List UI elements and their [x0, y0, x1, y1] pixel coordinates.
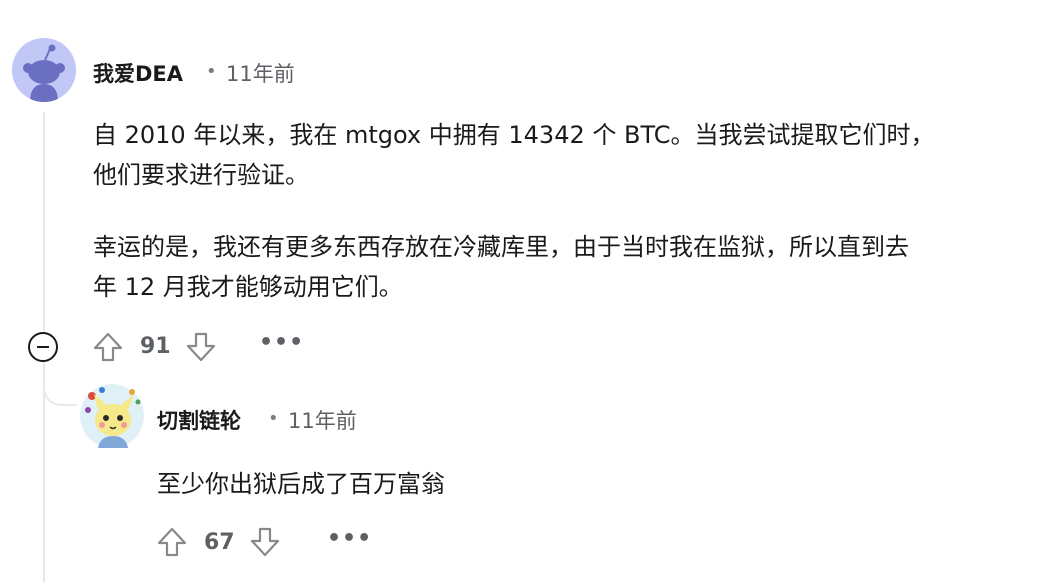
reply-author[interactable]: 切割链轮: [157, 405, 241, 435]
more-options-button[interactable]: •••: [259, 330, 304, 355]
comment-author[interactable]: 我爱DEA: [93, 58, 183, 88]
comment-timestamp[interactable]: 11年前: [226, 58, 295, 88]
reply-avatar[interactable]: [80, 384, 144, 448]
comment-body-line-1: 自 2010 年以来，我在 mtgox 中拥有 14342 个 BTC。当我尝试…: [93, 121, 935, 149]
downvote-icon[interactable]: [185, 331, 217, 363]
more-options-button[interactable]: •••: [327, 526, 372, 551]
reply-timestamp[interactable]: 11年前: [288, 405, 357, 435]
meta-separator: •: [268, 408, 279, 429]
vote-count: 67: [204, 530, 235, 555]
collapse-thread-button[interactable]: [28, 332, 58, 362]
character-avatar-icon: [80, 384, 144, 448]
comment-body-line-2: 他们要求进行验证。: [93, 161, 309, 189]
meta-separator: •: [206, 61, 217, 82]
reply-body: 至少你出狱后成了百万富翁: [157, 470, 445, 498]
avatar[interactable]: [12, 38, 76, 102]
reply-thread-connector: [43, 374, 77, 406]
upvote-icon[interactable]: [156, 526, 188, 558]
downvote-icon[interactable]: [249, 526, 281, 558]
comment-body-line-3: 幸运的是，我还有更多东西存放在冷藏库里，由于当时我在监狱，所以直到去: [93, 233, 909, 261]
vote-count: 91: [140, 334, 171, 359]
comment-body-line-4: 年 12 月我才能够动用它们。: [93, 273, 403, 301]
upvote-icon[interactable]: [92, 331, 124, 363]
snoo-avatar-icon: [12, 38, 76, 102]
